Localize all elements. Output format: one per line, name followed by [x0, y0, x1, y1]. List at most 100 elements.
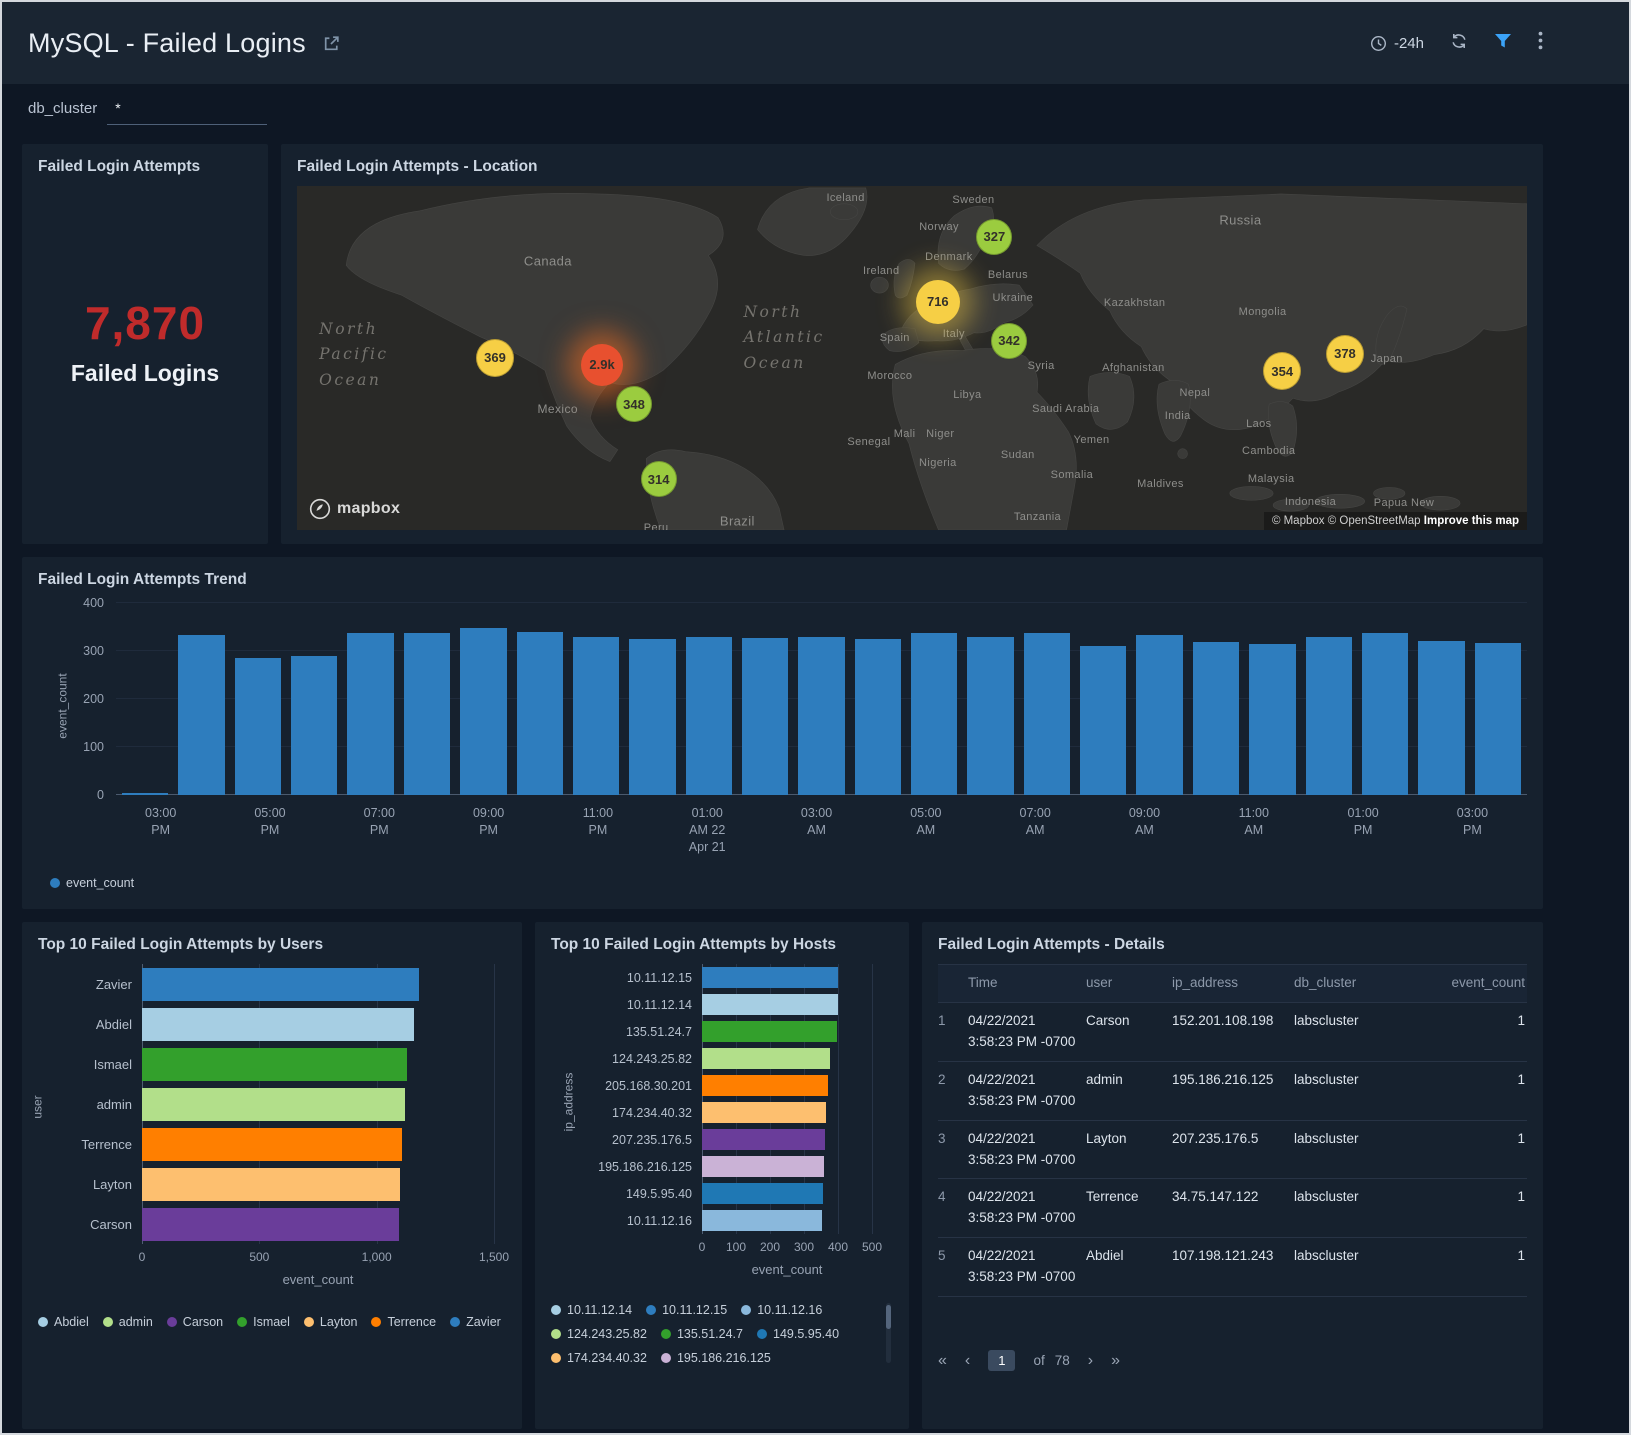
- trend-bar[interactable]: [404, 633, 450, 795]
- filter-button[interactable]: [1494, 33, 1512, 54]
- bar[interactable]: [702, 1102, 826, 1123]
- bar[interactable]: [702, 1129, 825, 1150]
- legend-item[interactable]: event_count: [50, 876, 134, 890]
- bar[interactable]: [142, 1128, 402, 1161]
- current-page-input[interactable]: 1: [988, 1350, 1015, 1371]
- next-page-button[interactable]: ›: [1088, 1352, 1093, 1370]
- trend-bar[interactable]: [1193, 642, 1239, 795]
- bar-track: [702, 1075, 872, 1096]
- trend-bar[interactable]: [291, 656, 337, 795]
- map-marker[interactable]: 354: [1263, 352, 1301, 390]
- trend-bar[interactable]: [235, 658, 281, 795]
- trend-x-axis: 03:00 PM05:00 PM07:00 PM09:00 PM11:00 PM…: [106, 805, 1527, 856]
- filter-value-input[interactable]: *: [107, 98, 267, 125]
- map-marker[interactable]: 342: [991, 323, 1027, 359]
- improve-map-link[interactable]: Improve this map: [1424, 515, 1519, 527]
- legend-item[interactable]: 10.11.12.14: [551, 1303, 632, 1317]
- trend-bar[interactable]: [573, 637, 619, 795]
- map-attribution-text[interactable]: © Mapbox © OpenStreetMap: [1272, 515, 1421, 527]
- legend-item[interactable]: 174.234.40.32: [551, 1351, 647, 1365]
- trend-bar[interactable]: [798, 637, 844, 795]
- trend-bar[interactable]: [1475, 643, 1521, 795]
- legend-item[interactable]: 10.11.12.16: [741, 1303, 822, 1317]
- trend-bar[interactable]: [178, 635, 224, 795]
- legend-item[interactable]: Abdiel: [38, 1315, 89, 1329]
- trend-bar[interactable]: [1362, 633, 1408, 795]
- bar[interactable]: [702, 1156, 824, 1177]
- map-marker[interactable]: 314: [641, 461, 677, 497]
- trend-bar[interactable]: [686, 637, 732, 795]
- column-header-time[interactable]: Time: [968, 965, 1086, 1002]
- column-header-event-count[interactable]: event_count: [1410, 965, 1527, 1002]
- legend-item[interactable]: Carson: [167, 1315, 223, 1329]
- bar[interactable]: [142, 968, 419, 1001]
- legend-item[interactable]: 149.5.95.40: [757, 1327, 839, 1341]
- legend-item[interactable]: Zavier: [450, 1315, 501, 1329]
- trend-bar[interactable]: [1306, 637, 1352, 795]
- legend-item[interactable]: 195.186.216.125: [661, 1351, 771, 1365]
- bar[interactable]: [702, 994, 838, 1015]
- legend-item[interactable]: 10.11.12.15: [646, 1303, 727, 1317]
- trend-bar[interactable]: [347, 633, 393, 795]
- refresh-button[interactable]: [1450, 32, 1468, 55]
- trend-bar[interactable]: [629, 639, 675, 795]
- x-axis-tick-label: 500: [249, 1250, 269, 1264]
- bar[interactable]: [142, 1008, 414, 1041]
- trend-bar[interactable]: [1136, 635, 1182, 795]
- table-row[interactable]: 204/22/2021 3:58:23 PM -0700admin195.186…: [938, 1062, 1527, 1121]
- trend-bar[interactable]: [911, 633, 957, 795]
- legend-item[interactable]: 135.51.24.7: [661, 1327, 743, 1341]
- map-canvas[interactable]: mapbox © Mapbox © OpenStreetMap Improve …: [297, 186, 1527, 530]
- trend-bar[interactable]: [122, 793, 168, 795]
- bar[interactable]: [142, 1208, 399, 1241]
- trend-bar[interactable]: [967, 637, 1013, 795]
- trend-bar[interactable]: [855, 639, 901, 795]
- mapbox-logo[interactable]: mapbox: [309, 498, 400, 520]
- bar[interactable]: [702, 1075, 828, 1096]
- prev-page-button[interactable]: ‹: [965, 1352, 970, 1370]
- bar[interactable]: [702, 1183, 823, 1204]
- map-country-label: Peru: [644, 522, 669, 530]
- bar[interactable]: [142, 1048, 407, 1081]
- legend-item[interactable]: Ismael: [237, 1315, 290, 1329]
- map-marker[interactable]: 327: [976, 219, 1012, 255]
- more-menu-button[interactable]: [1538, 31, 1543, 55]
- table-row[interactable]: 404/22/2021 3:58:23 PM -0700Terrence34.7…: [938, 1179, 1527, 1238]
- trend-bar[interactable]: [742, 638, 788, 795]
- bar[interactable]: [142, 1088, 405, 1121]
- column-header-user[interactable]: user: [1086, 965, 1172, 1002]
- bar[interactable]: [702, 1210, 822, 1231]
- bar[interactable]: [702, 1021, 837, 1042]
- legend-item[interactable]: Layton: [304, 1315, 358, 1329]
- map-marker[interactable]: 369: [476, 339, 514, 377]
- share-button[interactable]: [322, 34, 341, 53]
- legend-item[interactable]: 124.243.25.82: [551, 1327, 647, 1341]
- legend-label: admin: [119, 1315, 153, 1329]
- trend-bar[interactable]: [1024, 633, 1070, 795]
- trend-bar[interactable]: [1080, 646, 1126, 795]
- legend-item[interactable]: admin: [103, 1315, 153, 1329]
- legend-item[interactable]: Terrence: [371, 1315, 436, 1329]
- bar[interactable]: [702, 967, 838, 988]
- column-header-db-cluster[interactable]: db_cluster: [1294, 965, 1410, 1002]
- bar[interactable]: [142, 1168, 400, 1201]
- chart-row: 195.186.216.125: [567, 1153, 893, 1180]
- time-range-button[interactable]: -24h: [1370, 35, 1424, 52]
- map-marker[interactable]: 716: [916, 280, 960, 324]
- column-header-ip-address[interactable]: ip_address: [1172, 965, 1294, 1002]
- trend-bar[interactable]: [517, 632, 563, 795]
- map-marker[interactable]: 378: [1326, 335, 1364, 373]
- map-marker[interactable]: 348: [616, 386, 652, 422]
- last-page-button[interactable]: »: [1111, 1352, 1120, 1370]
- trend-bar[interactable]: [460, 628, 506, 795]
- table-row[interactable]: 504/22/2021 3:58:23 PM -0700Abdiel107.19…: [938, 1238, 1527, 1297]
- map-marker[interactable]: 2.9k: [581, 344, 623, 386]
- table-row[interactable]: 104/22/2021 3:58:23 PM -0700Carson152.20…: [938, 1003, 1527, 1062]
- table-row[interactable]: 304/22/2021 3:58:23 PM -0700Layton207.23…: [938, 1121, 1527, 1180]
- trend-bar[interactable]: [1418, 641, 1464, 795]
- legend-scrollbar-thumb[interactable]: [886, 1305, 891, 1329]
- row-index: 2: [938, 1062, 968, 1120]
- bar[interactable]: [702, 1048, 830, 1069]
- first-page-button[interactable]: «: [938, 1352, 947, 1370]
- trend-bar[interactable]: [1249, 644, 1295, 795]
